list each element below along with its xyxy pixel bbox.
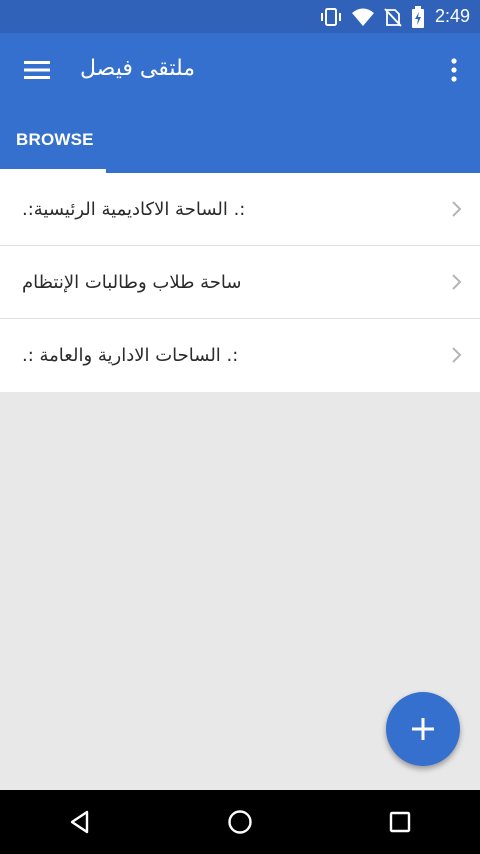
chevron-right-icon	[452, 274, 462, 290]
list-item-label: :. الساحة الاكاديمية الرئيسية:.	[22, 198, 246, 220]
hamburger-menu-icon[interactable]	[20, 55, 54, 85]
chevron-right-icon	[452, 347, 462, 363]
status-bar: 2:49	[0, 0, 480, 33]
tab-browse-label: BROWSE	[16, 130, 94, 149]
more-vert-icon[interactable]	[442, 53, 466, 87]
battery-charging-icon	[411, 5, 425, 28]
app-title: ملتقى فيصل	[80, 56, 196, 81]
list-item[interactable]: :. الساحة الاكاديمية الرئيسية:.	[0, 173, 480, 246]
chevron-right-icon	[452, 201, 462, 217]
vibrate-icon	[319, 7, 343, 27]
recents-icon[interactable]	[370, 792, 430, 852]
forum-list: :. الساحة الاكاديمية الرئيسية:. ساحة طلا…	[0, 173, 480, 392]
system-nav-bar	[0, 790, 480, 854]
no-sim-icon	[383, 7, 403, 27]
list-item-label: ساحة طلاب وطالبات الإنتظام	[22, 271, 242, 293]
list-item[interactable]: ساحة طلاب وطالبات الإنتظام	[0, 246, 480, 319]
tab-browse[interactable]: BROWSE	[0, 117, 106, 173]
wifi-icon	[351, 7, 375, 27]
back-icon[interactable]	[50, 792, 110, 852]
home-icon[interactable]	[210, 792, 270, 852]
add-fab-button[interactable]	[386, 692, 460, 766]
plus-icon	[412, 718, 434, 740]
list-item-label: :. الساحات الادارية والعامة :.	[22, 345, 239, 366]
clock: 2:49	[434, 6, 470, 26]
app-bar: ملتقى فيصل BROWSE	[0, 33, 480, 173]
list-item[interactable]: :. الساحات الادارية والعامة :.	[0, 319, 480, 392]
